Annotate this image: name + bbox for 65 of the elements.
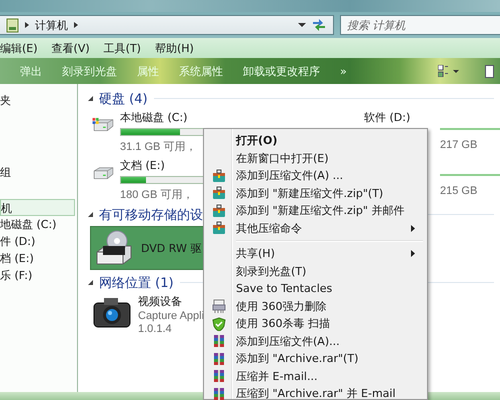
nav-item[interactable]: 夹	[0, 92, 75, 109]
nav-item[interactable]: 地磁盘 (C:)	[0, 216, 75, 233]
submenu-arrow-icon	[411, 224, 415, 232]
drive-label[interactable]: 本地磁盘 (C:)	[120, 110, 188, 125]
menu-item[interactable]: 编辑(E)	[0, 40, 38, 56]
menu-item[interactable]: 工具(T)	[104, 40, 141, 56]
menu-item[interactable]: 添加到压缩文件(A) ...	[206, 167, 425, 184]
drive-label[interactable]: 软件 (D:)	[364, 110, 410, 125]
chevron-icon	[73, 21, 79, 29]
preview-pane-icon	[485, 64, 494, 78]
menu-item[interactable]: 压缩并 E-mail...	[206, 368, 425, 385]
search-field[interactable]: 搜索 计算机	[340, 15, 500, 35]
books-icon	[212, 369, 226, 384]
group-header[interactable]: 硬盘 (4)	[99, 90, 148, 108]
menu-item[interactable]: Save to Tentacles	[206, 280, 425, 298]
briefcase-icon	[212, 221, 226, 236]
group-header[interactable]: 有可移动存储的设	[99, 206, 203, 224]
group-header[interactable]: 网络位置 (1)	[99, 274, 174, 292]
menu-item[interactable]: 在新窗口中打开(E)	[206, 150, 425, 167]
refresh-icon	[311, 17, 327, 33]
nav-item[interactable]: 机	[0, 199, 75, 216]
device-label[interactable]: 视频设备	[138, 294, 182, 309]
address-bar[interactable]: 计算机	[0, 15, 334, 35]
chevron-icon	[24, 21, 30, 29]
nav-item[interactable]: 档 (E:)	[0, 250, 75, 267]
computer-icon	[6, 18, 19, 32]
capacity-text: 217 GB	[440, 139, 478, 151]
collapse-icon	[88, 280, 93, 285]
dropdown-icon	[453, 70, 459, 72]
books-icon	[212, 386, 226, 400]
device-version: 1.0.1.4	[138, 323, 172, 335]
briefcase-icon	[212, 204, 226, 218]
menu-item[interactable]: 添加到 "Archive.rar"(T)	[206, 350, 425, 368]
briefcase-icon	[212, 186, 226, 200]
menu-item[interactable]: 使用 360杀毒 扫描	[206, 315, 425, 332]
nav-item[interactable]: 组	[0, 164, 75, 181]
dropdown-icon	[298, 23, 306, 27]
shield-icon	[212, 316, 226, 331]
nav-item[interactable]: 件 (D:)	[0, 233, 75, 250]
books-icon	[212, 334, 226, 348]
dvd-drive-icon	[95, 230, 133, 266]
breadcrumb[interactable]: 计算机	[35, 18, 68, 32]
menu-item[interactable]: 使用 360强力删除	[206, 298, 425, 315]
drive-label[interactable]: 文档 (E:)	[120, 158, 165, 173]
menu-item[interactable]: 添加到 "新建压缩文件.zip"(T)	[206, 184, 425, 202]
collapse-icon	[88, 96, 93, 101]
menu-item[interactable]: 查看(V)	[52, 40, 90, 56]
shredder-icon	[212, 299, 226, 314]
menu-item[interactable]: 打开(O)	[206, 132, 425, 150]
menu-item[interactable]: 添加到压缩文件(A)...	[206, 332, 425, 350]
collapse-icon	[88, 212, 93, 217]
menu-item[interactable]: 帮助(H)	[154, 40, 194, 56]
toolbar-button[interactable]: 卸载或更改程序	[235, 60, 328, 82]
books-icon	[212, 352, 226, 366]
free-space-text: 180 GB 可用，	[120, 188, 194, 202]
menu-item[interactable]: 添加到 "新建压缩文件.zip" 并邮件	[206, 202, 425, 220]
views-icon	[438, 65, 449, 77]
nav-item[interactable]: 乐 (F:)	[0, 267, 75, 284]
device-description: Capture Appli	[138, 310, 204, 322]
briefcase-icon	[212, 168, 226, 183]
capacity-text: 215 GB	[440, 185, 478, 197]
free-space-text: 31.1 GB 可用，	[120, 140, 196, 154]
menu-item[interactable]: 压缩到 "Archive.rar" 并 E-mail	[206, 385, 425, 400]
submenu-arrow-icon	[411, 250, 415, 258]
toolbar-button[interactable]: »	[332, 62, 355, 80]
